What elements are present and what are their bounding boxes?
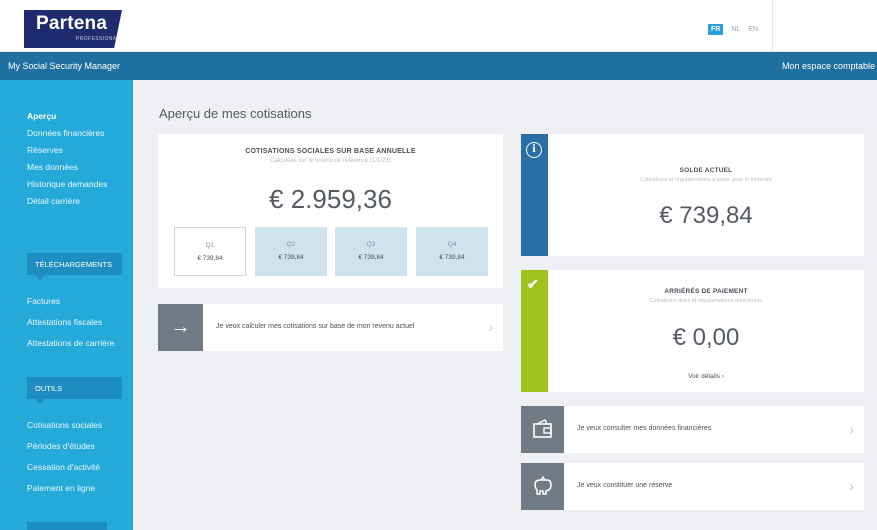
page-title: Aperçu de mes cotisations [159,106,312,121]
balance-subtitle: Cotisations et régularisations à payer p… [640,177,772,183]
sidebar-item-attestations-fiscales[interactable]: Attestations fiscales [27,317,102,327]
financial-data-link[interactable]: Je veux consulter mes données financière… [521,406,864,453]
partena-logo[interactable]: Partena PROFESSIONAL [24,10,122,48]
sidebar-item-mes-donnees[interactable]: Mes données [27,162,78,172]
annual-subtitle: Calculées sur le revenu de référence (1/… [270,158,391,164]
current-balance-card: i SOLDE ACTUEL Cotisations et régularisa… [521,134,864,256]
quarter-label: Q2 [286,241,296,248]
balance-flag: i [521,134,548,256]
calc-row-text: Je veux calculer mes cotisations sur bas… [216,323,415,330]
header-divider [772,0,773,52]
quarter-q4[interactable]: Q4 € 739,84 [416,227,488,276]
arrears-title: ARRIÉRÉS DE PAIEMENT [664,288,748,295]
balance-title: SOLDE ACTUEL [679,167,733,174]
logo-name: Partena [36,13,108,34]
quarter-amount: € 739,84 [358,254,384,261]
chevron-right-icon: › [849,421,854,437]
balance-amount: € 739,84 [659,202,753,229]
lang-nl[interactable]: NL [731,26,740,33]
sidebar-item-factures[interactable]: Factures [27,296,60,306]
quarter-label: Q4 [447,241,457,248]
main-navbar: My Social Security Manager Mon espace co… [0,52,877,80]
top-header: Partena PROFESSIONAL FR NL EN [0,0,877,52]
chevron-right-icon: › [488,319,493,335]
sidebar-item-historique[interactable]: Historique demandes [27,179,107,189]
quarter-q3[interactable]: Q3 € 739,84 [335,227,407,276]
chevron-right-icon: › [849,478,854,494]
sidebar-section-downloads[interactable]: TÉLÉCHARGEMENTS [27,253,122,280]
arrow-right-icon: → [158,304,203,351]
sidebar-item-donnees-financieres[interactable]: Données financières [27,128,105,138]
lang-fr[interactable]: FR [708,24,724,35]
payment-arrears-card: ✔ ARRIÉRÉS DE PAIEMENT Cotisations dues … [521,270,864,392]
sidebar-item-carriere[interactable]: Détail carrière [27,196,80,206]
app-title[interactable]: My Social Security Manager [8,61,120,71]
info-icon[interactable]: i [526,142,542,158]
sidebar-item-cotisations[interactable]: Cotisations sociales [27,420,102,430]
quarter-amount: € 739,84 [197,255,223,262]
annual-total: € 2.959,36 [269,184,392,214]
language-switcher: FR NL EN [708,24,758,35]
check-icon: ✔ [527,276,539,292]
sidebar-item-reserves[interactable]: Réserves [27,145,63,155]
quarter-label: Q3 [366,241,376,248]
sidebar-section-partial[interactable] [27,522,107,530]
sidebar-item-periodes-etudes[interactable]: Périodes d'études [27,441,95,451]
annual-title: COTISATIONS SOCIALES SUR BASE ANNUELLE [245,148,416,155]
sidebar-item-cessation[interactable]: Cessation d'activité [27,462,100,472]
financial-data-text: Je veux consulter mes données financière… [577,425,712,432]
calculate-contributions-link[interactable]: → Je veux calculer mes cotisations sur b… [158,304,503,351]
quarter-amount: € 739,84 [439,254,465,261]
quarter-amount: € 739,84 [278,254,304,261]
sidebar-item-paiement[interactable]: Paiement en ligne [27,483,95,493]
reserve-text: Je veux constituer une réserve [577,482,673,489]
piggy-bank-icon [521,463,564,510]
quarter-label: Q1 [205,242,215,249]
quarter-q2[interactable]: Q2 € 739,84 [255,227,327,276]
lang-en[interactable]: EN [748,26,758,33]
logo-subtitle: PROFESSIONAL [76,36,120,42]
quarter-q1[interactable]: Q1 € 739,84 [174,227,246,276]
arrears-subtitle: Cotisations dues et régularisations anté… [649,298,763,304]
annual-contributions-card: COTISATIONS SOCIALES SUR BASE ANNUELLE C… [158,134,503,288]
sidebar-section-tools[interactable]: OUTILS [27,377,122,404]
reserve-link[interactable]: Je veux constituer une réserve › [521,463,864,510]
wallet-icon [521,406,564,453]
arrears-flag: ✔ [521,270,548,392]
sidebar-item-attestations-carriere[interactable]: Attestations de carrière [27,338,114,348]
sidebar: Aperçu Données financières Réserves Mes … [0,80,133,530]
accounting-space-link[interactable]: Mon espace comptable [782,61,875,71]
arrears-amount: € 0,00 [672,324,740,351]
view-details-link[interactable]: Voir détails › [548,373,864,380]
sidebar-item-apercu[interactable]: Aperçu [27,111,56,121]
